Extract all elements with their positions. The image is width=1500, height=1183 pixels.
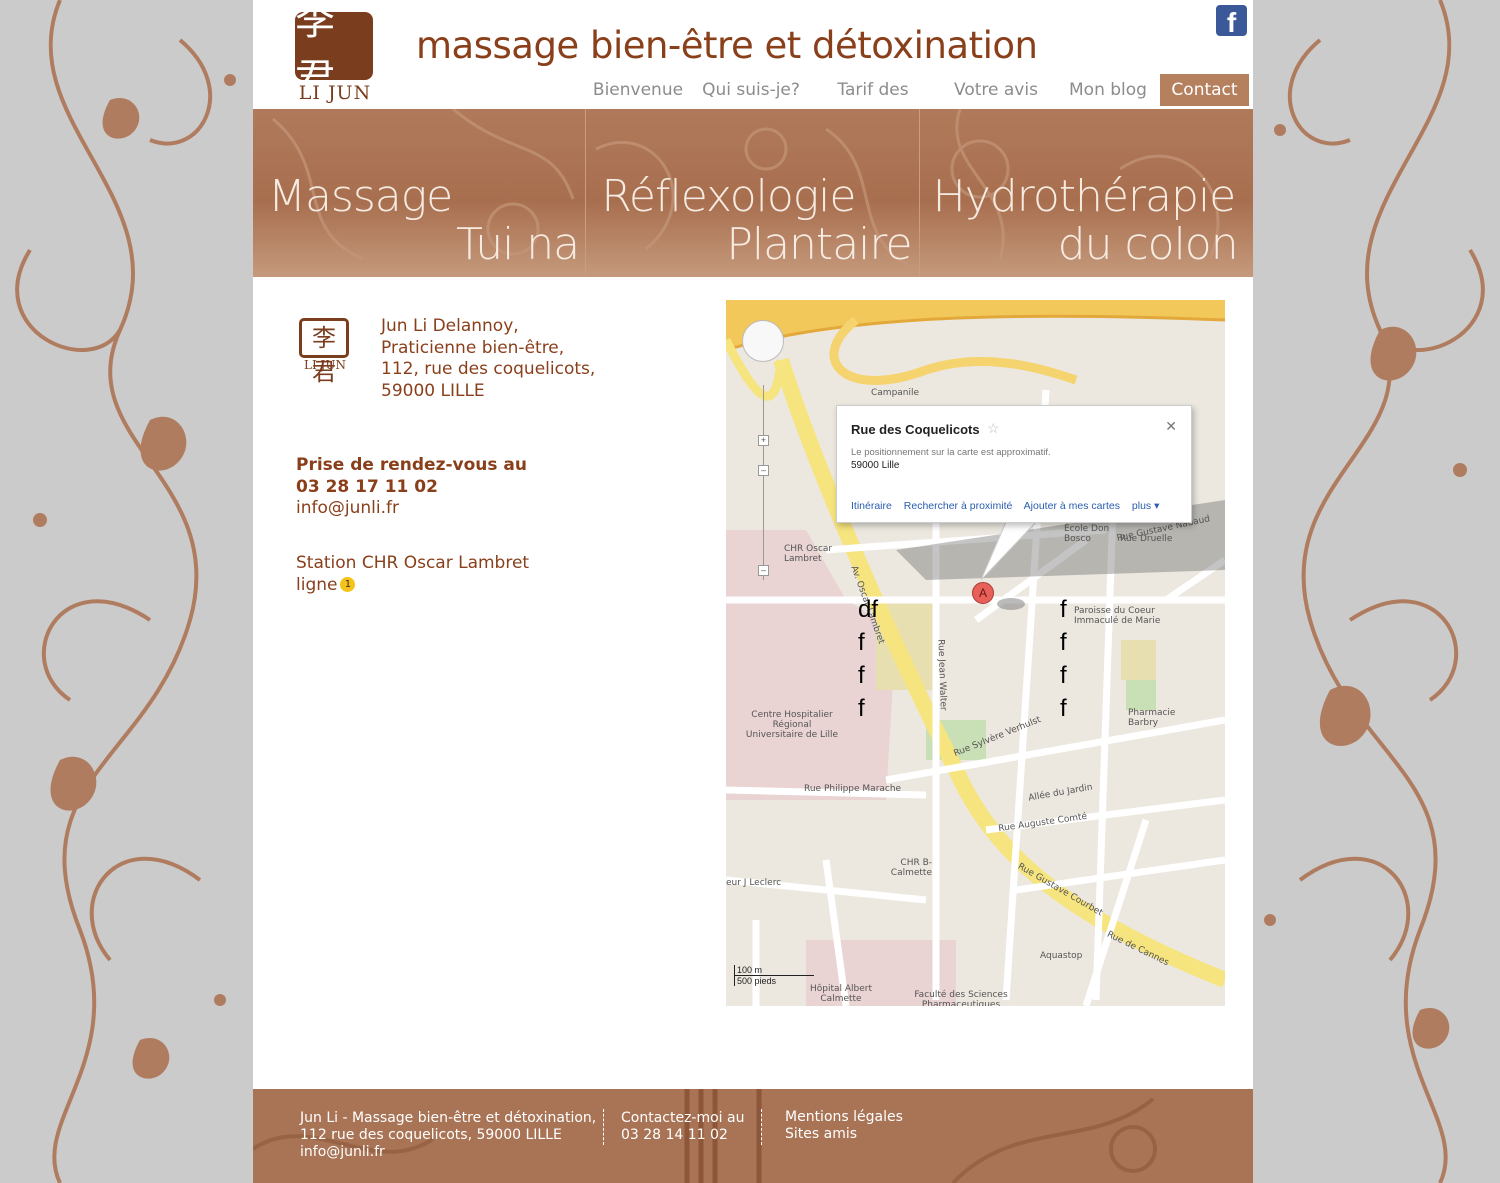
stray-text: df [858,596,879,623]
footer-contact: Contactez-moi au 03 28 14 11 02 [621,1110,744,1144]
close-icon[interactable]: ✕ [1165,418,1177,435]
appointment-label: Prise de rendez-vous au [296,455,527,475]
nav-item-tarif[interactable]: Tarif des Soins [813,74,933,132]
footer-line: Jun Li - Massage bien-être et détoxinati… [300,1110,597,1126]
banner-title-line1: Réflexologie [601,171,856,222]
nav-item-bienvenue[interactable]: Bienvenue [591,74,685,106]
zoom-handle[interactable]: – [758,465,769,476]
popup-link-itineraire[interactable]: Itinéraire [851,500,892,512]
appointment-block: Prise de rendez-vous au 03 28 17 11 02 i… [296,455,527,520]
metro-line-label: ligne [296,574,338,595]
banner-title-line1: Hydrothérapie [932,171,1237,222]
map-info-popup: Rue des Coquelicots ☆ ✕ Le positionnemen… [836,405,1192,523]
appointment-phone[interactable]: 03 28 17 11 02 [296,477,438,497]
contact-street: 112, rue des coquelicots, [381,359,596,379]
google-map[interactable]: Campanile CHR Oscar Lambret École Don Bo… [726,300,1225,1006]
footer-divider [603,1109,604,1145]
banner-hydrotherapie[interactable]: Hydrothérapie du colon [919,109,1253,277]
stray-text: f [858,695,865,722]
nav-item-qui-suis-je[interactable]: Qui suis-je? [701,74,801,106]
scale-feet: 500 pieds [734,976,824,986]
site-title: massage bien-être et détoxination [416,24,1038,67]
popup-note: Le positionnement sur la carte est appro… [851,447,1051,458]
service-banners: Massage Tui na Réflexologie Plantaire Hy… [253,109,1253,277]
map-label-leclerc: eur J Leclerc [726,878,782,888]
banner-title-line2: Tui na [456,219,580,270]
banner-title-line2: Plantaire [726,219,912,270]
footer-line: Contactez-moi au [621,1110,745,1126]
star-icon[interactable]: ☆ [987,420,1000,437]
contact-logo: 李君 LI JUN [299,318,351,386]
stray-text: f [1060,695,1067,722]
map-label-aquastop: Aquastop [1040,951,1083,961]
popup-city: 59000 Lille [851,460,900,471]
main-nav: Bienvenue Qui suis-je? Tarif des Soins V… [253,74,1253,132]
map-label-paroisse: Paroisse du Coeur Immaculé de Marie [1074,606,1161,626]
station-block: Station CHR Oscar Lambret ligne 1 [296,553,529,596]
map-label-faculte: Faculté des Sciences Pharmaceutiques [914,990,1008,1006]
footer-address: Jun Li - Massage bien-être et détoxinati… [300,1110,596,1161]
address-block: Jun Li Delannoy, Praticienne bien-être, … [381,316,595,402]
footer-links: Mentions légales Sites amis [785,1109,903,1143]
footer-divider [761,1109,762,1145]
nav-item-contact[interactable]: Contact [1160,74,1249,106]
nav-item-votre-avis[interactable]: Votre avis [951,74,1041,106]
zoom-out-button[interactable]: – [758,565,769,576]
link-sites-amis[interactable]: Sites amis [785,1126,903,1143]
contact-city: 59000 LILLE [381,380,485,401]
map-pan-control[interactable] [742,320,784,362]
popup-link-plus[interactable]: plus ▾ [1132,500,1159,512]
contact-logo-glyph: 李君 [299,318,349,386]
stray-text: f [858,629,865,656]
banner-massage[interactable]: Massage Tui na [253,109,587,277]
map-label-chr: CHR Oscar Lambret [784,544,833,564]
map-label-ecole: École Don Bosco [1064,524,1110,544]
banner-reflexologie[interactable]: Réflexologie Plantaire [586,109,920,277]
contact-name: Jun Li Delannoy, [381,316,519,336]
map-label-marache: Rue Philippe Marache [804,784,902,794]
page-container: 李君 LI JUN massage bien-être et détoxinat… [253,0,1253,1183]
metro-line-badge: 1 [340,577,356,592]
contact-role: Praticienne bien-être, [381,337,565,358]
facebook-icon[interactable]: f [1216,5,1247,36]
contact-logo-text: LI JUN [304,358,346,372]
map-label-calmette: CHR B-Calmette [890,858,932,878]
stray-text: f [1060,596,1067,623]
banner-title-line2: du colon [1057,219,1239,270]
footer: Jun Li - Massage bien-être et détoxinati… [253,1089,1253,1183]
map-scale: 100 m 500 pieds [734,965,824,986]
popup-title: Rue des Coquelicots [851,422,980,437]
station-name: Station CHR Oscar Lambret [296,553,530,573]
map-label-albert: Hôpital Albert Calmette [809,984,873,1004]
map-label-hospital: Centre Hospitalier Régional Universitair… [745,710,839,740]
footer-line: 112 rue des coquelicots, 59000 LILLE [300,1127,562,1143]
contact-email[interactable]: info@junli.fr [296,498,527,520]
link-mentions-legales[interactable]: Mentions légales [785,1109,903,1126]
map-label-campanile: Campanile [871,388,920,398]
map-label-pharmacie: Pharmacie Barbry [1128,708,1176,728]
stray-text: f [1060,629,1067,656]
footer-phone[interactable]: 03 28 14 11 02 [621,1127,744,1144]
stray-text: f [858,662,865,689]
stray-text: f [1060,662,1067,689]
popup-links: Itinéraire Rechercher à proximité Ajoute… [851,500,1168,512]
map-marker[interactable]: A [972,582,994,604]
footer-email[interactable]: info@junli.fr [300,1144,596,1161]
scale-meters: 100 m [734,965,814,976]
logo-glyph: 李君 [295,0,373,102]
banner-title-line1: Massage [268,171,453,222]
zoom-in-button[interactable]: + [758,435,769,446]
popup-link-ajouter[interactable]: Ajouter à mes cartes [1024,500,1120,512]
nav-item-mon-blog[interactable]: Mon blog [1063,74,1153,106]
popup-link-rechercher[interactable]: Rechercher à proximité [904,500,1013,512]
map-zoom-slider[interactable]: + – – [758,385,769,580]
